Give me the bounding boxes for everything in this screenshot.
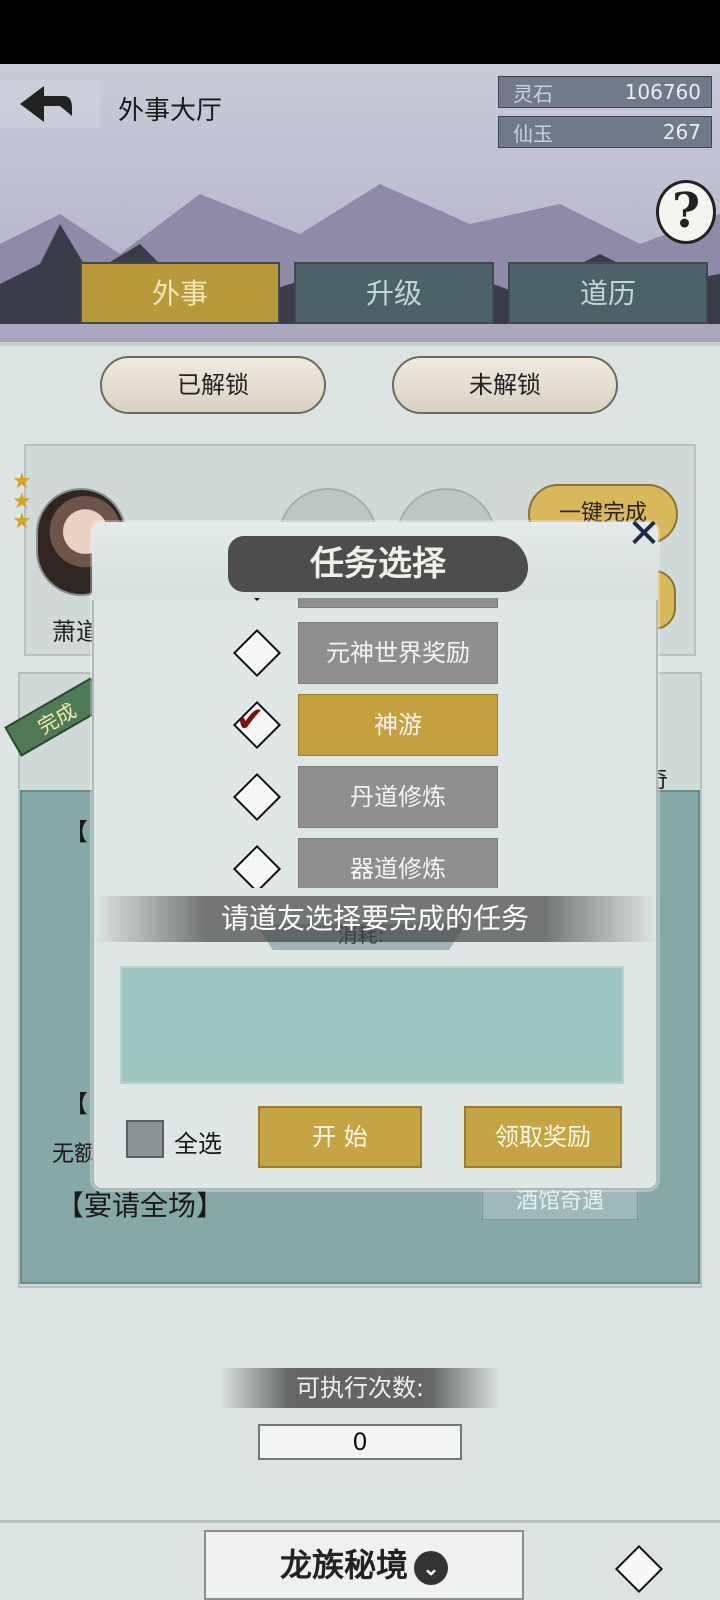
list-item: ✔ 神游 [92,694,658,758]
option-button[interactable] [298,598,498,608]
checkmark-icon: ✔ [236,700,265,740]
modal-title: 任务选择 [228,536,528,592]
select-all-label: 全选 [174,1130,222,1158]
list-item: 元神世界奖励 [92,622,658,686]
list-item [92,598,658,610]
option-checkbox[interactable] [232,844,282,888]
list-item: 丹道修炼 [92,766,658,830]
task-option-list[interactable]: 元神世界奖励 ✔ 神游 丹道修炼 器道修炼 [92,598,658,888]
option-button[interactable]: 元神世界奖励 [298,622,498,684]
option-checkbox[interactable] [232,628,282,678]
option-checkbox[interactable] [232,772,282,822]
reward-preview-box [120,966,624,1084]
list-item: 器道修炼 [92,838,658,888]
status-bar [0,0,720,64]
option-button[interactable]: 器道修炼 [298,838,498,888]
claim-reward-button[interactable]: 领取奖励 [464,1106,622,1168]
option-button[interactable]: 神游 [298,694,498,756]
select-all-checkbox[interactable] [126,1120,164,1158]
close-icon[interactable]: ✕ [622,512,666,556]
option-button[interactable]: 丹道修炼 [298,766,498,828]
option-checkbox[interactable] [232,598,282,602]
start-button[interactable]: 开 始 [258,1106,422,1168]
toast-message: 请道友选择要完成的任务 [92,896,658,942]
